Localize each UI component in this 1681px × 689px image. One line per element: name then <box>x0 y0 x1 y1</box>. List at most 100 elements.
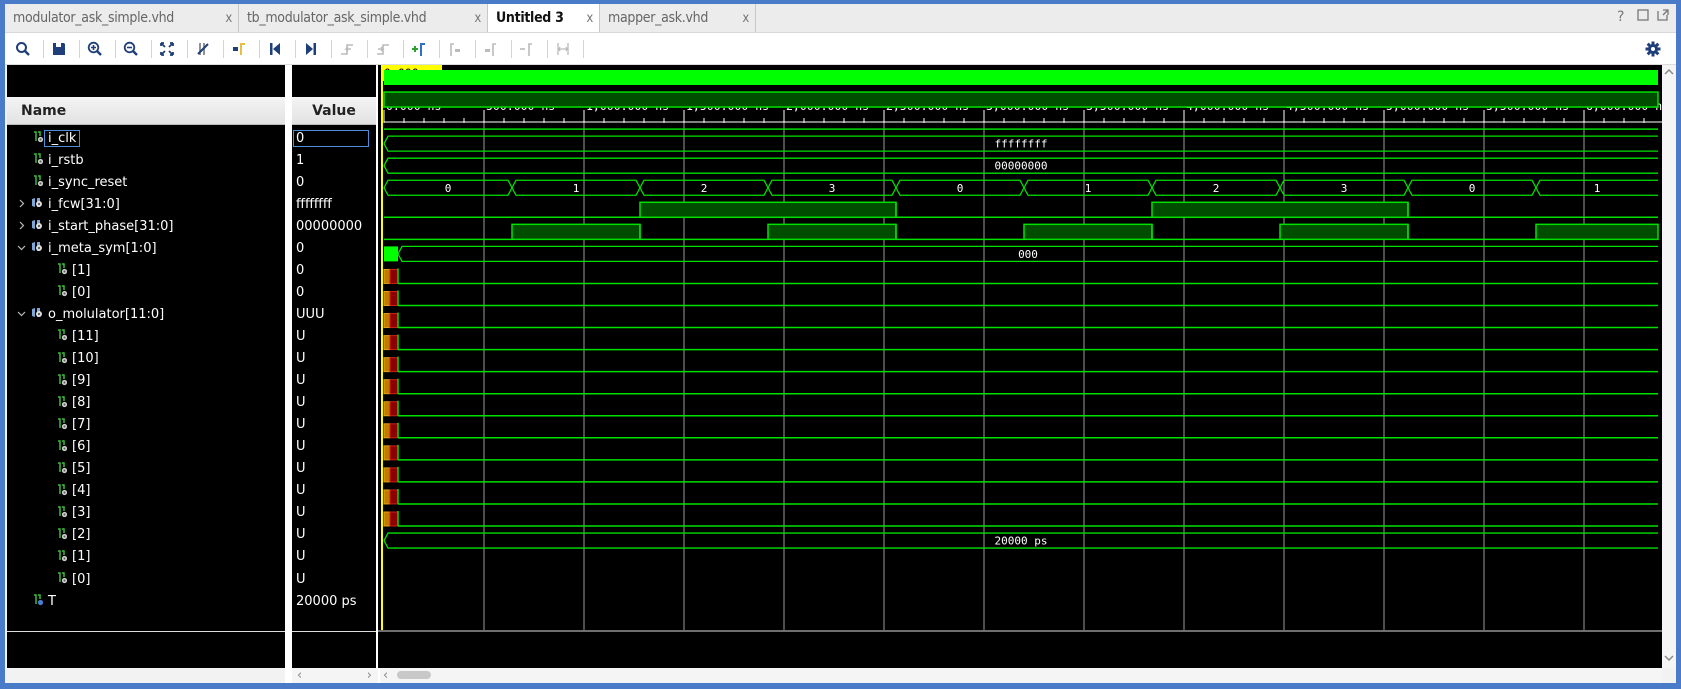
chevron-right-icon[interactable] <box>17 220 26 233</box>
signal-value[interactable]: U <box>292 502 378 524</box>
close-icon[interactable]: x <box>586 11 593 26</box>
signal-row-5[interactable]: [5] <box>7 458 285 480</box>
zoom-fit-icon[interactable] <box>156 38 178 60</box>
signal-row-o_molulator110[interactable]: o_molulator[11:0] <box>7 303 285 325</box>
gear-icon[interactable] <box>1642 38 1664 60</box>
waveform-0[interactable] <box>383 511 1658 527</box>
tab-modulator-ask-simple[interactable]: modulator_ask_simple.vhd x <box>5 4 239 32</box>
waveform-7[interactable] <box>383 356 1658 373</box>
signal-value[interactable]: 0 <box>292 171 378 193</box>
signal-row-3[interactable]: [3] <box>7 502 285 524</box>
signal-value[interactable]: 0 <box>292 127 378 149</box>
tab-untitled-3[interactable]: Untitled 3 x <box>488 4 600 32</box>
waveform-11[interactable] <box>383 268 1658 285</box>
marker-distance-icon[interactable] <box>552 38 574 60</box>
waveform-1[interactable] <box>384 201 1658 219</box>
scroll-right-arrow[interactable]: › <box>367 668 372 683</box>
signal-row-7[interactable]: [7] <box>7 414 285 436</box>
scroll-left-arrow[interactable]: ‹ <box>383 668 388 683</box>
signal-value[interactable]: ffffffff <box>292 193 378 215</box>
signal-value[interactable]: U <box>292 458 378 480</box>
signal-row-i_fcw310[interactable]: i_fcw[31:0] <box>7 193 285 215</box>
signal-row-i_meta_sym10[interactable]: i_meta_sym[1:0] <box>7 237 285 259</box>
previous-transition-icon[interactable] <box>336 38 358 60</box>
waveform-1[interactable] <box>383 488 1658 505</box>
waveform-0[interactable] <box>384 223 1659 241</box>
waveform-i_rstb[interactable] <box>383 91 1659 108</box>
value-horizontal-scrollbar[interactable]: ‹ › <box>292 668 378 683</box>
go-to-end-icon[interactable] <box>300 38 322 60</box>
next-marker-icon[interactable] <box>480 38 502 60</box>
previous-marker-icon[interactable] <box>444 38 466 60</box>
signal-row-4[interactable]: [4] <box>7 480 285 502</box>
signal-value[interactable]: U <box>292 568 378 590</box>
signal-value[interactable]: UUU <box>292 303 378 325</box>
name-column-header[interactable]: Name <box>7 97 285 125</box>
signal-value[interactable]: U <box>292 325 378 347</box>
signal-row-6[interactable]: [6] <box>7 436 285 458</box>
scroll-left-arrow[interactable]: ‹ <box>297 668 302 683</box>
go-to-cursor-icon[interactable] <box>228 38 250 60</box>
waveform-10[interactable] <box>383 290 1658 307</box>
waveform-o_molulator110[interactable]: 000 <box>384 245 1658 263</box>
signal-value[interactable]: U <box>292 436 378 458</box>
signal-value[interactable]: 0 <box>292 281 378 303</box>
zoom-out-icon[interactable] <box>120 38 142 60</box>
waveform-i_meta_sym10[interactable]: 0 1 2 3 0 1 2 3 0 1 <box>383 179 1658 196</box>
signal-row-8[interactable]: [8] <box>7 392 285 414</box>
signal-value[interactable]: 1 <box>292 149 378 171</box>
delete-marker-icon[interactable] <box>516 38 538 60</box>
close-icon[interactable]: x <box>474 11 481 26</box>
pane-splitter[interactable] <box>285 65 292 683</box>
go-to-start-icon[interactable] <box>264 38 286 60</box>
close-icon[interactable]: x <box>225 11 232 26</box>
waveform-8[interactable] <box>383 334 1658 351</box>
waveform-2[interactable] <box>383 466 1658 483</box>
signal-value[interactable]: 0 <box>292 237 378 259</box>
signal-value[interactable]: 00000000 <box>292 215 378 237</box>
search-icon[interactable] <box>12 38 34 60</box>
waveform-5[interactable] <box>383 400 1658 417</box>
value-column-header[interactable]: Value <box>292 97 376 125</box>
scroll-down-arrow[interactable] <box>1664 651 1674 666</box>
add-marker-icon[interactable] <box>408 38 430 60</box>
signal-value[interactable]: U <box>292 414 378 436</box>
signal-row-0[interactable]: [0] <box>7 281 285 303</box>
zoom-in-icon[interactable] <box>84 38 106 60</box>
cursor-swap-icon[interactable] <box>192 38 214 60</box>
tab-tb-modulator-ask-simple[interactable]: tb_modulator_ask_simple.vhd x <box>239 4 488 32</box>
signal-row-i_start_phase310[interactable]: i_start_phase[31:0] <box>7 215 285 237</box>
signal-value[interactable]: U <box>292 546 378 568</box>
scroll-up-arrow[interactable] <box>1664 65 1674 80</box>
signal-row-10[interactable]: [10] <box>7 348 285 370</box>
waveform-i_fcw310[interactable]: ffffffff <box>383 135 1658 152</box>
signal-value[interactable]: U <box>292 370 378 392</box>
help-icon[interactable]: ? <box>1617 9 1624 25</box>
chevron-down-icon[interactable] <box>17 242 26 255</box>
signal-value[interactable]: 20000 ps <box>292 590 378 612</box>
signal-value[interactable]: U <box>292 392 378 414</box>
signal-row-i_sync_reset[interactable]: i_sync_reset <box>7 171 285 193</box>
signal-value[interactable]: U <box>292 524 378 546</box>
signal-value[interactable]: 0 <box>292 259 378 281</box>
signal-value[interactable]: U <box>292 480 378 502</box>
waveform-3[interactable] <box>383 444 1658 461</box>
signal-row-1[interactable]: [1] <box>7 546 285 568</box>
chevron-right-icon[interactable] <box>17 198 26 211</box>
signal-row-t[interactable]: T <box>7 590 285 612</box>
wave-horizontal-scrollbar[interactable]: ‹ <box>380 668 1662 683</box>
waveform-i_start_phase310[interactable]: 00000000 <box>383 157 1658 174</box>
signal-row-i_clk[interactable]: i_clk <box>7 127 285 149</box>
signal-row-9[interactable]: [9] <box>7 370 285 392</box>
waveform-4[interactable] <box>383 422 1658 439</box>
signal-row-11[interactable]: [11] <box>7 325 285 347</box>
waveform-9[interactable] <box>383 312 1658 329</box>
waveform-i_clk[interactable] <box>384 70 1658 85</box>
chevron-down-icon[interactable] <box>17 308 26 321</box>
signal-row-0[interactable]: [0] <box>7 568 285 590</box>
waveform-6[interactable] <box>383 378 1658 395</box>
signal-row-1[interactable]: [1] <box>7 259 285 281</box>
save-icon[interactable] <box>48 38 70 60</box>
scroll-thumb[interactable] <box>397 671 431 679</box>
maximize-icon[interactable] <box>1637 9 1649 25</box>
